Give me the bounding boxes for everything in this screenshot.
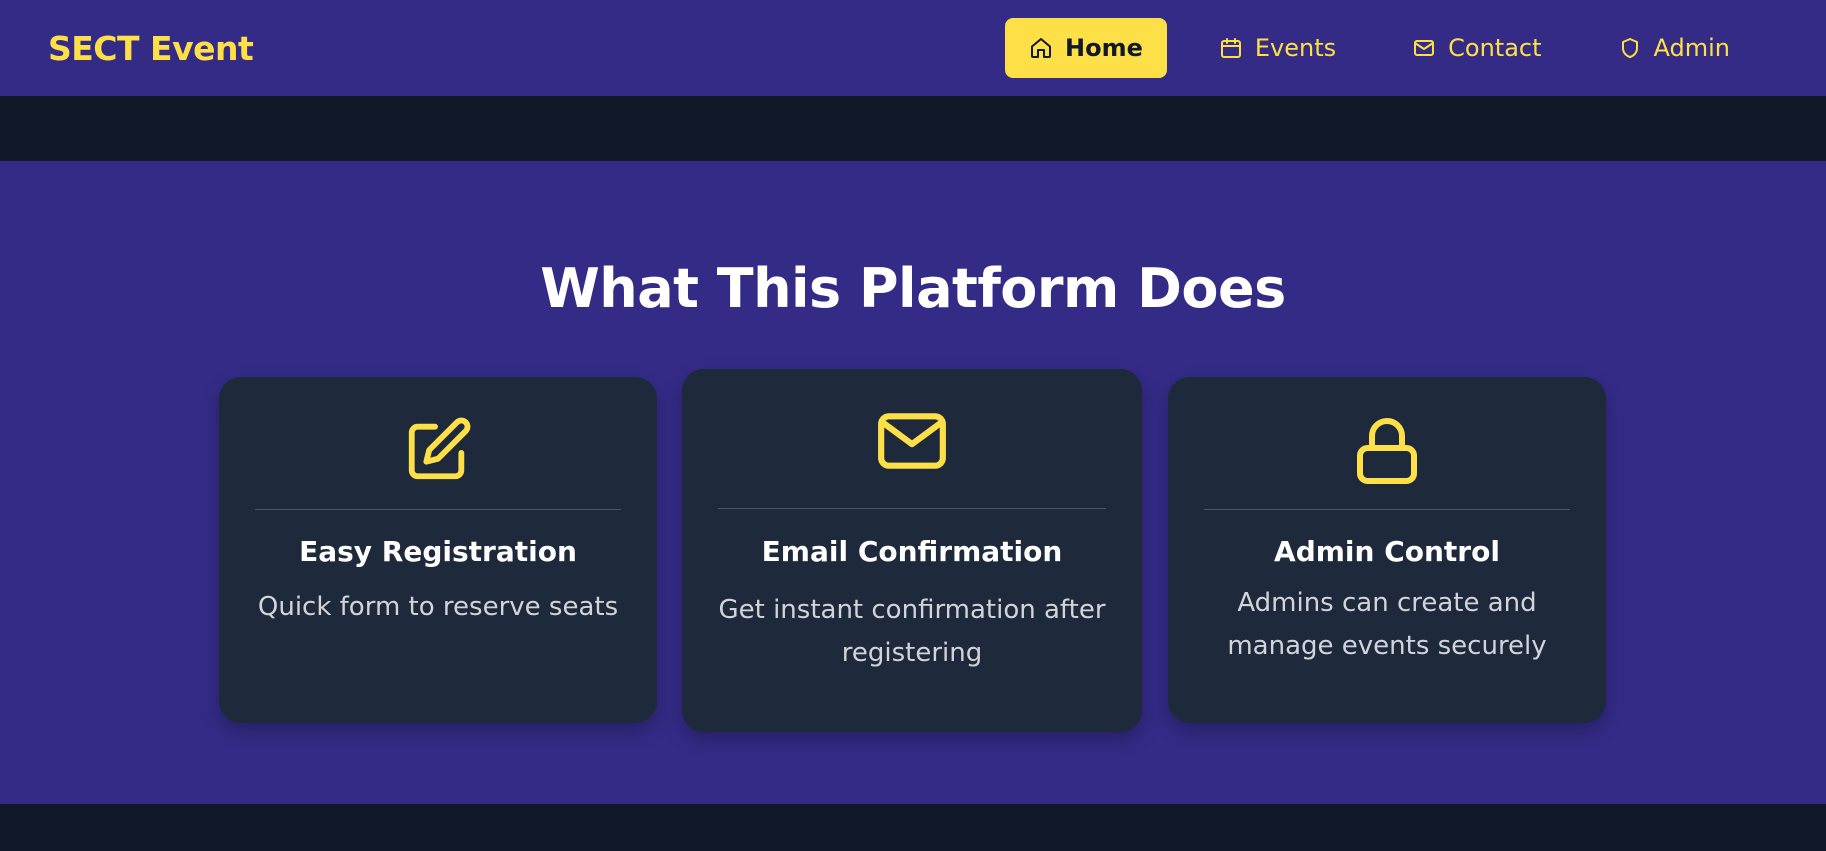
brand-logo[interactable]: SECT Event (48, 29, 254, 68)
hero-strip (0, 96, 1826, 161)
card-description: Quick form to reserve seats (257, 592, 619, 622)
nav-admin-label: Admin (1653, 34, 1731, 62)
card-divider (718, 508, 1106, 509)
card-divider (255, 509, 621, 510)
lock-icon (1357, 418, 1417, 484)
nav-contact-label: Contact (1448, 34, 1542, 62)
nav-admin[interactable]: Admin (1594, 18, 1755, 78)
nav-contact[interactable]: Contact (1388, 18, 1565, 78)
feature-card-admin: Admin Control Admins can create and mana… (1168, 377, 1606, 723)
card-title: Admin Control (1274, 535, 1500, 568)
features-section: What This Platform Does Easy Registratio… (0, 161, 1826, 804)
mail-icon (1414, 40, 1435, 56)
nav-events[interactable]: Events (1195, 18, 1360, 78)
nav-events-label: Events (1254, 34, 1337, 62)
edit-icon (408, 417, 471, 480)
mail-icon (878, 413, 946, 469)
calendar-icon (1220, 38, 1241, 58)
home-icon (1031, 38, 1051, 58)
feature-card-registration: Easy Registration Quick form to reserve … (219, 377, 657, 723)
nav-home-label: Home (1065, 34, 1143, 62)
card-description: Get instant confirmation after registeri… (718, 595, 1106, 668)
card-title: Email Confirmation (761, 535, 1063, 568)
section-title: What This Platform Does (540, 257, 1286, 320)
card-title: Easy Registration (299, 535, 577, 568)
main-nav: Home Events Contact Admin (1005, 18, 1754, 78)
card-description: Admins can create and manage events secu… (1227, 588, 1547, 661)
shield-icon (1621, 38, 1638, 58)
top-navbar: SECT Event Home Events Contact Admin (0, 0, 1826, 96)
feature-card-email: Email Confirmation Get instant confirmat… (682, 369, 1142, 732)
footer-band (0, 804, 1826, 851)
nav-home[interactable]: Home (1005, 18, 1167, 78)
card-divider (1204, 509, 1570, 510)
